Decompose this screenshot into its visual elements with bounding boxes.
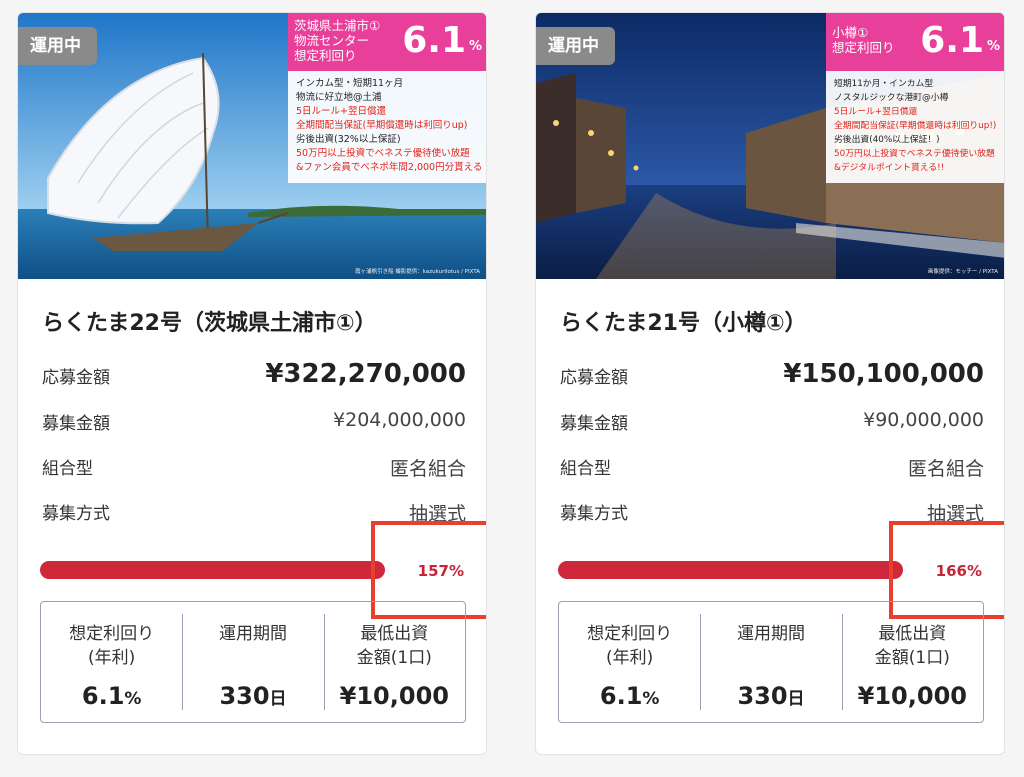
promo-line: 短期11か月・インカム型: [834, 79, 934, 89]
progress-fill: [40, 561, 385, 579]
promo-line: &ファン会員でベネポ年間2,000円分貰える: [296, 162, 483, 173]
promo-name: 茨城県土浦市① 物流センター 想定利回り: [294, 18, 381, 63]
promo-line: &デジタルポイント貰える!!: [834, 163, 945, 173]
promo-line: 5日ルール+翌日償還: [834, 107, 918, 117]
partnership-type-label: 組合型: [560, 459, 611, 479]
fund-card-rakutama-21[interactable]: 運用中 小樽① 想定利回り 6.1 % 短期11か月・インカム型 ノスタルジック…: [535, 12, 1005, 755]
stat-minimum-value: ¥10,000: [857, 682, 967, 710]
stat-yield: 想定利回り (年利) 6.1%: [41, 602, 182, 722]
stat-period-label: 運用期間: [218, 624, 287, 644]
stats-box: 想定利回り (年利) 6.1% 運用期間 330日 最低出資 金額(1口) ¥1…: [40, 601, 466, 723]
promo-header: 茨城県土浦市① 物流センター 想定利回り 6.1 %: [288, 13, 486, 71]
promo-line: 50万円以上投資でベネステ優待使い放題: [834, 149, 995, 159]
stat-period-value: 330日: [182, 682, 323, 710]
progress-bar: [40, 561, 385, 579]
stat-period-value: 330日: [700, 682, 841, 710]
promo-line: 全期間配当保証(早期償還時は利回りup!): [834, 121, 997, 131]
recruit-method-label: 募集方式: [42, 504, 110, 524]
applied-amount-label: 応募金額: [560, 368, 628, 388]
target-amount-value: ¥90,000,000: [863, 409, 984, 431]
promo-line: 劣後出資(40%以上保証！): [834, 135, 940, 145]
stat-yield-value: 6.1%: [559, 682, 700, 710]
applied-amount-row: 応募金額 ¥322,270,000: [42, 359, 466, 391]
stat-minimum-label: 最低出資 金額(1口): [356, 624, 432, 668]
stat-yield-unit: %: [124, 689, 142, 709]
status-badge: 運用中: [18, 27, 97, 65]
stat-period-unit: 日: [787, 689, 805, 709]
photo-credit: 画像提供：モッチー / PIXTA: [927, 269, 998, 275]
promo-body: 短期11か月・インカム型 ノスタルジックな港町@小樽 5日ルール+翌日償還 全期…: [826, 71, 1004, 183]
stat-yield-value: 6.1%: [41, 682, 182, 710]
progress-bar: [558, 561, 903, 579]
fund-title[interactable]: らくたま21号（小樽①）: [560, 305, 807, 337]
applied-amount-label: 応募金額: [42, 368, 110, 388]
stat-minimum-label: 最低出資 金額(1口): [874, 624, 950, 668]
target-amount-value: ¥204,000,000: [333, 409, 466, 431]
promo-line: 5日ルール+翌日償還: [296, 106, 387, 117]
promo-name: 小樽① 想定利回り: [832, 25, 895, 55]
promo-body: インカム型・短期11ヶ月 物流に好立地@土浦 5日ルール+翌日償還 全期間配当保…: [288, 71, 486, 183]
applied-amount-value: ¥150,100,000: [783, 359, 984, 389]
stat-period-unit: 日: [269, 689, 287, 709]
fund-hero-image: 運用中 小樽① 想定利回り 6.1 % 短期11か月・インカム型 ノスタルジック…: [536, 13, 1004, 279]
stat-yield: 想定利回り (年利) 6.1%: [559, 602, 700, 722]
promo-line: インカム型・短期11ヶ月: [296, 78, 404, 89]
partnership-type-value: 匿名組合: [389, 458, 466, 480]
stat-period: 運用期間 330日: [700, 602, 841, 722]
promo-line: 物流に好立地@土浦: [296, 92, 382, 103]
promo-panel: 小樽① 想定利回り 6.1 % 短期11か月・インカム型 ノスタルジックな港町@…: [826, 13, 1004, 183]
stat-yield-number: 6.1: [81, 682, 125, 710]
stat-yield-label: 想定利回り (年利): [69, 624, 155, 668]
promo-rate: 6.1: [920, 20, 984, 61]
fund-title[interactable]: らくたま22号（茨城県土浦市①）: [42, 305, 377, 337]
status-badge: 運用中: [536, 27, 615, 65]
fund-card-rakutama-22[interactable]: 運用中 茨城県土浦市① 物流センター 想定利回り 6.1 % インカム型・短期1…: [17, 12, 487, 755]
fund-hero-image: 運用中 茨城県土浦市① 物流センター 想定利回り 6.1 % インカム型・短期1…: [18, 13, 486, 279]
stat-period: 運用期間 330日: [182, 602, 323, 722]
promo-line: ノスタルジックな港町@小樽: [834, 93, 949, 103]
promo-rate-unit: %: [468, 39, 482, 54]
partnership-type-label: 組合型: [42, 459, 93, 479]
target-amount-label: 募集金額: [42, 414, 110, 434]
photo-credit: 霞ヶ浦帆引き船 撮影提供：kazukurilotus / PIXTA: [355, 269, 480, 275]
progress-fill: [558, 561, 903, 579]
stat-period-number: 330: [737, 682, 788, 710]
partnership-type-value: 匿名組合: [907, 458, 984, 480]
target-amount-row: 募集金額 ¥90,000,000: [560, 409, 984, 435]
stat-minimum: 最低出資 金額(1口) ¥10,000: [841, 602, 983, 722]
stats-box: 想定利回り (年利) 6.1% 運用期間 330日 最低出資 金額(1口) ¥1…: [558, 601, 984, 723]
promo-line: 全期間配当保証(早期償還時は利回りup): [296, 120, 468, 131]
stat-yield-number: 6.1: [599, 682, 643, 710]
promo-header: 小樽① 想定利回り 6.1 %: [826, 13, 1004, 71]
promo-panel: 茨城県土浦市① 物流センター 想定利回り 6.1 % インカム型・短期11ヶ月 …: [288, 13, 486, 183]
promo-line: 50万円以上投資でベネステ優待使い放題: [296, 148, 470, 159]
partnership-type-row: 組合型 匿名組合: [560, 454, 984, 480]
promo-rate: 6.1: [402, 20, 466, 61]
promo-rate-unit: %: [986, 39, 1000, 54]
recruit-method-label: 募集方式: [560, 504, 628, 524]
stat-minimum: 最低出資 金額(1口) ¥10,000: [323, 602, 465, 722]
partnership-type-row: 組合型 匿名組合: [42, 454, 466, 480]
stat-yield-label: 想定利回り (年利): [587, 624, 673, 668]
stat-minimum-value: ¥10,000: [339, 682, 449, 710]
target-amount-row: 募集金額 ¥204,000,000: [42, 409, 466, 435]
applied-amount-row: 応募金額 ¥150,100,000: [560, 359, 984, 391]
promo-line: 劣後出資(32%以上保証): [296, 134, 401, 145]
target-amount-label: 募集金額: [560, 414, 628, 434]
stat-period-number: 330: [219, 682, 270, 710]
stat-yield-unit: %: [642, 689, 660, 709]
stat-period-label: 運用期間: [736, 624, 805, 644]
applied-amount-value: ¥322,270,000: [265, 359, 466, 389]
